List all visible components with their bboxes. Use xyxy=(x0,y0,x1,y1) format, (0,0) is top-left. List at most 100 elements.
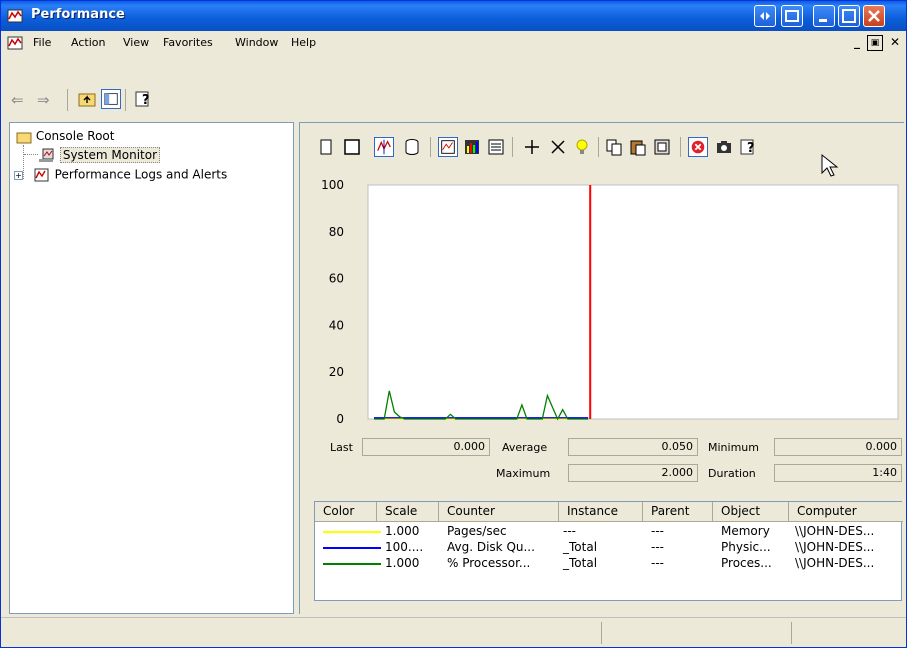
cell-object: Proces... xyxy=(721,556,772,570)
child-restore-icon[interactable]: ▣ xyxy=(867,35,883,51)
clear-display-icon[interactable] xyxy=(342,137,362,157)
menu-favorites[interactable]: Favorites xyxy=(163,36,213,49)
col-header-computer[interactable]: Computer xyxy=(789,502,903,522)
menu-view[interactable]: View xyxy=(123,36,149,49)
cell-computer: \\JOHN-DES... xyxy=(795,524,875,538)
stat-duration-label: Duration xyxy=(708,467,756,480)
table-row[interactable]: 1.000 % Processor... _Total --- Proces..… xyxy=(315,556,903,572)
view-report-icon[interactable] xyxy=(486,137,506,157)
update-data-icon[interactable] xyxy=(714,137,734,157)
counter-legend: Color Scale Counter Instance Parent Obje… xyxy=(314,501,903,601)
menu-bar: File Action View Favorites Window Help _… xyxy=(1,31,906,55)
cell-counter: Avg. Disk Qu... xyxy=(447,540,535,554)
stat-maximum-value: 2.000 xyxy=(568,464,698,482)
cell-scale: 100.... xyxy=(385,540,424,554)
row-color-swatch xyxy=(323,531,381,533)
toolbar-separator xyxy=(680,137,681,157)
highlight-icon[interactable] xyxy=(572,137,592,157)
up-folder-icon[interactable] xyxy=(77,89,97,109)
row-color-swatch xyxy=(323,563,381,565)
stat-minimum-label: Minimum xyxy=(708,441,759,454)
cell-computer: \\JOHN-DES... xyxy=(795,556,875,570)
cell-scale: 1.000 xyxy=(385,524,420,538)
cell-parent: --- xyxy=(651,556,664,570)
show-hide-tree-icon[interactable] xyxy=(101,89,121,109)
view-current-activity-icon[interactable] xyxy=(374,137,394,157)
minimize-button[interactable] xyxy=(813,5,835,27)
window-title: Performance xyxy=(31,7,125,22)
close-icon xyxy=(868,10,880,22)
toolbar-separator xyxy=(598,137,599,157)
svg-text:?: ? xyxy=(747,141,755,156)
view-log-data-icon[interactable] xyxy=(402,137,422,157)
minimize-icon xyxy=(819,19,827,22)
properties-icon[interactable] xyxy=(652,137,672,157)
cell-computer: \\JOHN-DES... xyxy=(795,540,875,554)
tree-item-system-monitor[interactable]: System Monitor xyxy=(38,146,161,163)
stat-minimum-value: 0.000 xyxy=(774,438,902,456)
col-header-counter[interactable]: Counter xyxy=(439,502,559,522)
forward-arrow-icon[interactable]: ⇒ xyxy=(37,91,50,109)
cell-counter: Pages/sec xyxy=(447,524,507,538)
title-bar[interactable]: Performance xyxy=(1,1,906,31)
col-header-instance[interactable]: Instance xyxy=(559,502,643,522)
y-tick-label: 100 xyxy=(321,178,344,192)
child-close-icon[interactable]: ✕ xyxy=(887,35,903,51)
col-header-color[interactable]: Color xyxy=(315,502,377,522)
add-counter-icon[interactable] xyxy=(522,137,542,157)
expand-icon[interactable]: + xyxy=(14,170,23,180)
col-header-parent[interactable]: Parent xyxy=(643,502,713,522)
back-arrow-icon[interactable]: ⇐ xyxy=(11,91,24,109)
table-row[interactable]: 1.000 Pages/sec --- --- Memory \\JOHN-DE… xyxy=(315,524,903,540)
graph-plot-area xyxy=(367,184,899,420)
svg-text:?: ? xyxy=(142,93,150,108)
table-row[interactable]: 100.... Avg. Disk Qu... _Total --- Physi… xyxy=(315,540,903,556)
stat-last-label: Last xyxy=(330,441,353,454)
status-divider xyxy=(791,622,792,644)
help-icon[interactable]: ? xyxy=(133,89,153,109)
console-tree: Console Root System Monitor + Performanc… xyxy=(9,122,294,614)
copy-properties-icon[interactable] xyxy=(604,137,624,157)
window-icon xyxy=(785,10,799,22)
cell-instance: _Total xyxy=(563,540,598,554)
menu-help[interactable]: Help xyxy=(291,36,316,49)
cell-object: Memory xyxy=(721,524,770,538)
toolbar-separator xyxy=(67,89,68,111)
y-tick-label: 40 xyxy=(329,318,344,332)
cell-parent: --- xyxy=(651,524,664,538)
col-header-scale[interactable]: Scale xyxy=(377,502,439,522)
delete-counter-icon[interactable] xyxy=(548,137,568,157)
cell-scale: 1.000 xyxy=(385,556,420,570)
cell-counter: % Processor... xyxy=(447,556,531,570)
view-graph-icon[interactable] xyxy=(438,137,458,157)
console-icon[interactable] xyxy=(7,34,25,52)
paste-counter-list-icon[interactable] xyxy=(628,137,648,157)
restore-console-button[interactable] xyxy=(754,5,776,27)
freeze-display-icon[interactable] xyxy=(688,137,708,157)
performance-app-icon xyxy=(7,9,23,23)
stat-duration-value: 1:40 xyxy=(774,464,902,482)
menu-action[interactable]: Action xyxy=(71,36,105,49)
cell-instance: --- xyxy=(563,524,576,538)
cell-instance: _Total xyxy=(563,556,598,570)
new-window-button[interactable] xyxy=(781,5,803,27)
system-monitor-icon xyxy=(39,148,54,162)
tree-item-performance-logs[interactable]: + Performance Logs and Alerts xyxy=(14,167,227,183)
maximize-button[interactable] xyxy=(838,5,860,27)
new-counter-set-icon[interactable] xyxy=(316,137,336,157)
tree-item-console-root[interactable]: Console Root xyxy=(16,129,114,144)
y-tick-label: 0 xyxy=(336,412,344,426)
close-button[interactable] xyxy=(863,5,885,27)
y-tick-label: 80 xyxy=(329,225,344,239)
toolbar-separator xyxy=(430,137,431,157)
col-header-object[interactable]: Object xyxy=(713,502,789,522)
cell-parent: --- xyxy=(651,540,664,554)
status-bar xyxy=(1,617,906,647)
child-minimize-icon[interactable]: _ xyxy=(849,35,865,51)
logs-alerts-icon xyxy=(34,168,49,182)
stat-maximum-label: Maximum xyxy=(496,467,551,480)
view-histogram-icon[interactable] xyxy=(462,137,482,157)
menu-window[interactable]: Window xyxy=(235,36,278,49)
sm-help-icon[interactable]: ? xyxy=(738,137,758,157)
menu-file[interactable]: File xyxy=(33,36,51,49)
